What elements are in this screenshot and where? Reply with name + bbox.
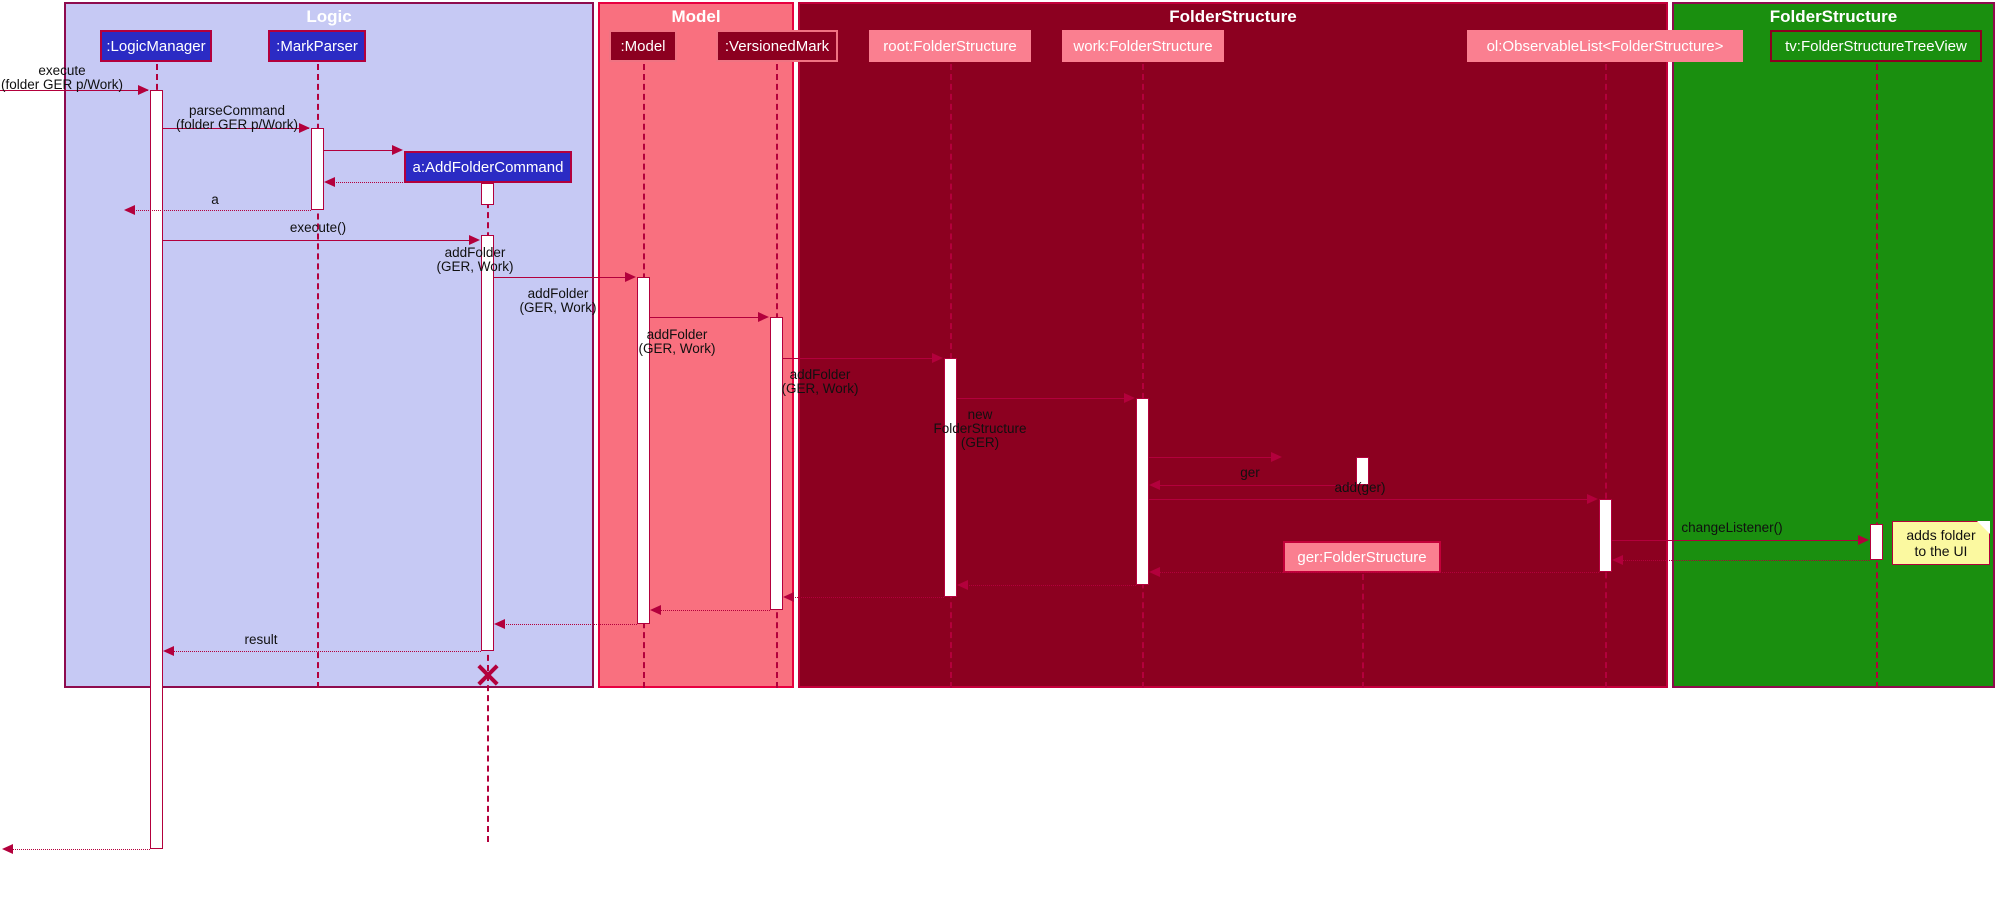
participant-rootfolder-label: root:FolderStructure — [883, 37, 1017, 55]
message-return-observablelist-arrowhead — [1149, 567, 1160, 577]
message-changelistener-label: changeListener() — [1681, 520, 1783, 535]
partition-folderstructure: FolderStructure — [798, 2, 1668, 688]
partition-folderstructure-ui: FolderStructure — [1672, 2, 1995, 688]
message-addfolder-workfolder-arrowhead — [1124, 393, 1135, 403]
sequence-diagram-canvas: Logic Model FolderStructure FolderStruct… — [0, 0, 1997, 908]
message-return-a — [130, 210, 311, 211]
message-return-ger-arrowhead — [1149, 480, 1160, 490]
activation-addfoldercommand-create — [481, 183, 494, 205]
message-result — [169, 651, 481, 652]
activation-rootfolder — [944, 358, 957, 597]
participant-observablelist[interactable]: ol:ObservableList<FolderStructure> — [1467, 30, 1743, 62]
message-execute-command-label: execute() — [289, 220, 347, 235]
message-addfolder-versionedmark-arrowhead — [758, 312, 769, 322]
message-addfolder-versionedmark — [650, 317, 758, 318]
activation-markparser — [311, 128, 324, 210]
message-addfolder-model-label: addFolder (GER, Work) — [436, 245, 514, 274]
message-return-observablelist — [1155, 572, 1599, 573]
participant-gerfolder[interactable]: ger:FolderStructure — [1283, 541, 1441, 573]
lifeline-observablelist — [1605, 64, 1607, 688]
message-return-rootfolder — [789, 597, 944, 598]
activation-workfolder — [1136, 398, 1149, 585]
participant-versionedmark-label: :VersionedMark — [724, 37, 830, 55]
message-return-model — [500, 624, 637, 625]
message-add-ger — [1149, 499, 1587, 500]
activation-versionedmark — [770, 317, 783, 610]
participant-model-label: :Model — [620, 37, 666, 55]
participant-gerfolder-label: ger:FolderStructure — [1297, 548, 1427, 566]
message-return-actor-arrowhead — [2, 844, 13, 854]
message-changelistener-arrowhead — [1858, 535, 1869, 545]
message-execute-command-arrowhead — [469, 235, 480, 245]
message-add-ger-label: add(ger) — [1334, 480, 1386, 495]
message-create-addfoldercommand — [324, 150, 392, 151]
message-return-treeview-arrowhead — [1612, 555, 1623, 565]
partition-ui-title: FolderStructure — [1769, 7, 1898, 26]
message-parsecommand-label: parseCommand (folder GER p/Work) — [175, 103, 299, 132]
participant-treeview-label: tv:FolderStructureTreeView — [1785, 37, 1967, 55]
message-execute-command — [163, 240, 469, 241]
participant-addfoldercommand[interactable]: a:AddFolderCommand — [404, 151, 572, 183]
message-return-addfoldercommand — [330, 182, 481, 183]
participant-markparser[interactable]: :MarkParser — [268, 30, 366, 62]
message-new-folderstructure-arrowhead — [1271, 452, 1282, 462]
participant-logicmanager[interactable]: :LogicManager — [100, 30, 212, 62]
message-addfolder-rootfolder-label: addFolder (GER, Work) — [638, 327, 716, 356]
message-addfolder-rootfolder — [783, 358, 932, 359]
participant-markparser-label: :MarkParser — [276, 37, 358, 55]
message-new-folderstructure — [1149, 457, 1271, 458]
message-addfolder-workfolder — [957, 398, 1124, 399]
partition-logic-title: Logic — [306, 7, 352, 26]
participant-model[interactable]: :Model — [609, 30, 677, 62]
participant-addfoldercommand-label: a:AddFolderCommand — [412, 158, 564, 176]
destroy-marker-addfoldercommand — [475, 661, 501, 687]
message-addfolder-versionedmark-label: addFolder (GER, Work) — [519, 286, 597, 315]
message-return-actor — [8, 849, 150, 850]
message-changelistener — [1612, 540, 1858, 541]
message-return-versionedmark-arrowhead — [650, 605, 661, 615]
note-text: adds folder to the UI — [1906, 527, 1976, 559]
message-return-a-label: a — [211, 192, 219, 207]
message-execute-label: execute (folder GER p/Work) — [0, 63, 124, 92]
participant-rootfolder[interactable]: root:FolderStructure — [869, 30, 1031, 62]
message-addfolder-model-arrowhead — [625, 272, 636, 282]
message-execute-arrowhead — [138, 85, 149, 95]
participant-observablelist-label: ol:ObservableList<FolderStructure> — [1486, 37, 1724, 55]
message-return-model-arrowhead — [494, 619, 505, 629]
partition-folderstructure-title: FolderStructure — [1169, 7, 1297, 26]
participant-versionedmark[interactable]: :VersionedMark — [716, 30, 838, 62]
message-return-workfolder-arrowhead — [957, 580, 968, 590]
message-return-a-arrowhead — [124, 205, 135, 215]
message-return-ger-label: ger — [1240, 465, 1260, 480]
message-result-arrowhead — [163, 646, 174, 656]
message-return-workfolder — [963, 585, 1136, 586]
lifeline-treeview — [1876, 64, 1878, 688]
participant-treeview[interactable]: tv:FolderStructureTreeView — [1770, 30, 1982, 62]
partition-model-title: Model — [671, 7, 721, 26]
activation-treeview — [1870, 524, 1883, 560]
lifeline-workfolder — [1142, 64, 1144, 688]
message-add-ger-arrowhead — [1587, 494, 1598, 504]
message-addfolder-workfolder-label: addFolder (GER, Work) — [781, 367, 859, 396]
participant-workfolder[interactable]: work:FolderStructure — [1062, 30, 1224, 62]
message-result-label: result — [244, 632, 278, 647]
participant-logicmanager-label: :LogicManager — [106, 37, 206, 55]
message-new-folderstructure-label: new FolderStructure (GER) — [933, 407, 1027, 450]
note-adds-folder-to-ui: adds folder to the UI — [1892, 521, 1990, 565]
message-addfolder-rootfolder-arrowhead — [932, 353, 943, 363]
message-return-versionedmark — [656, 610, 770, 611]
message-return-rootfolder-arrowhead — [783, 592, 794, 602]
message-addfolder-model — [494, 277, 625, 278]
note-fold-corner — [1977, 521, 1990, 534]
participant-workfolder-label: work:FolderStructure — [1073, 37, 1213, 55]
message-return-addfoldercommand-arrowhead — [324, 177, 335, 187]
lifeline-gerfolder — [1362, 574, 1364, 688]
message-return-treeview — [1618, 560, 1870, 561]
message-create-addfoldercommand-arrowhead — [392, 145, 403, 155]
activation-observablelist — [1599, 499, 1612, 572]
